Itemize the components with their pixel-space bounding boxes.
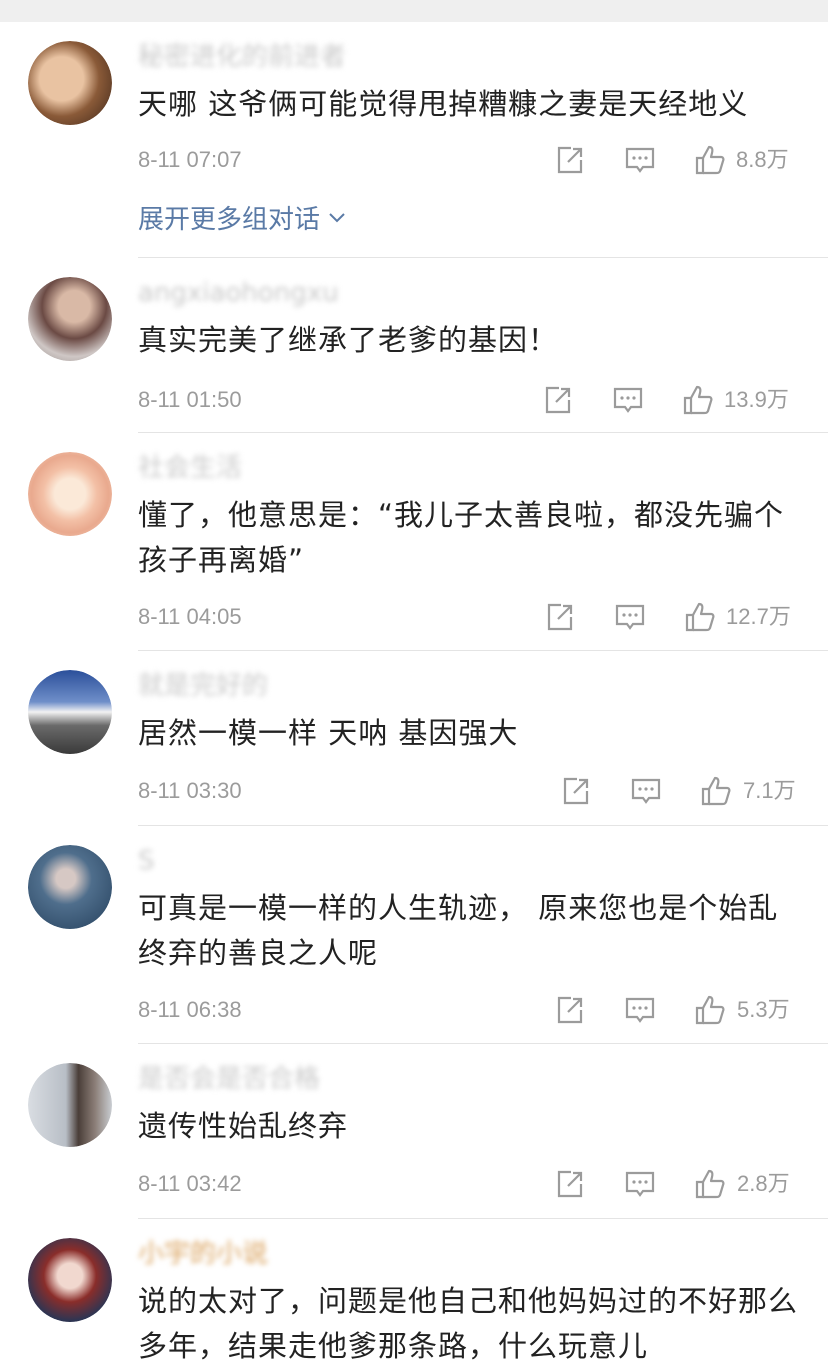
comment-meta: 8-11 03:30 7.1万 bbox=[0, 771, 828, 811]
comment-text: 遗传性始乱终弃 bbox=[138, 1109, 349, 1143]
like-count: 12.7万 bbox=[726, 604, 791, 629]
like-icon[interactable] bbox=[694, 144, 726, 176]
comment-text: 居然一模一样 天呐 基因强大 bbox=[138, 716, 519, 750]
comment-item: S 可真是一模一样的人生轨迹， 原来您也是个始乱终弃的善良之人呢 8-11 06… bbox=[0, 826, 828, 1044]
comment-list: 秘密进化的前进者 天哪 这爷俩可能觉得甩掉糟糠之妻是天经地义 8-11 07:0… bbox=[0, 22, 828, 1369]
comment-icon[interactable] bbox=[624, 1168, 656, 1200]
comment-icon[interactable] bbox=[630, 775, 662, 807]
comment-item: 秘密进化的前进者 天哪 这爷俩可能觉得甩掉糟糠之妻是天经地义 8-11 07:0… bbox=[0, 22, 828, 258]
like-icon[interactable] bbox=[694, 994, 726, 1026]
username[interactable]: S bbox=[138, 844, 155, 878]
comment-meta: 8-11 03:42 2.8万 bbox=[0, 1164, 828, 1204]
comment-meta: 8-11 04:05 12.7万 bbox=[0, 597, 828, 637]
like-icon[interactable] bbox=[700, 775, 732, 807]
timestamp: 8-11 06:38 bbox=[138, 997, 242, 1022]
username[interactable]: 是否会是否合格 bbox=[138, 1062, 320, 1096]
comment-icon[interactable] bbox=[614, 601, 646, 633]
timestamp: 8-11 03:42 bbox=[138, 1171, 242, 1196]
chevron-down-icon bbox=[329, 213, 345, 223]
comment-icon[interactable] bbox=[624, 144, 656, 176]
comment-text: 懂了，他意思是：“我儿子太善良啦，都没先骗个孩子再离婚” bbox=[138, 498, 785, 577]
share-icon[interactable] bbox=[542, 384, 574, 416]
top-bar bbox=[0, 0, 828, 22]
timestamp: 8-11 03:30 bbox=[138, 778, 242, 803]
timestamp: 8-11 07:07 bbox=[138, 147, 242, 172]
share-icon[interactable] bbox=[554, 144, 586, 176]
like-icon[interactable] bbox=[682, 384, 714, 416]
comment-icon[interactable] bbox=[624, 994, 656, 1026]
comment-item: 小宇的小说 说的太对了，问题是他自己和他妈妈过的不好那么多年，结果走他爹那条路，… bbox=[0, 1219, 828, 1369]
share-icon[interactable] bbox=[544, 601, 576, 633]
comment-item: 社会生活 懂了，他意思是：“我儿子太善良啦，都没先骗个孩子再离婚” 8-11 0… bbox=[0, 433, 828, 651]
comment-text: 真实完美了继承了老爹的基因！ bbox=[138, 323, 559, 357]
comment-icon[interactable] bbox=[612, 384, 644, 416]
share-icon[interactable] bbox=[554, 994, 586, 1026]
avatar[interactable] bbox=[28, 1238, 112, 1322]
expand-conversation-link[interactable]: 展开更多组对话 bbox=[138, 202, 346, 238]
timestamp: 8-11 01:50 bbox=[138, 387, 242, 412]
comment-text: 可真是一模一样的人生轨迹， 原来您也是个始乱终弃的善良之人呢 bbox=[138, 891, 779, 970]
username[interactable]: 小宇的小说 bbox=[138, 1237, 268, 1271]
like-count: 5.3万 bbox=[737, 997, 790, 1022]
comment-item: angxiaohongxu 真实完美了继承了老爹的基因！ 8-11 01:50 … bbox=[0, 258, 828, 433]
username[interactable]: 秘密进化的前进者 bbox=[138, 40, 346, 74]
avatar[interactable] bbox=[28, 41, 112, 125]
like-icon[interactable] bbox=[684, 601, 716, 633]
comment-text: 说的太对了，问题是他自己和他妈妈过的不好那么多年，结果走他爹那条路，什么玩意儿 bbox=[138, 1284, 799, 1363]
like-count: 7.1万 bbox=[743, 778, 796, 803]
comment-text: 天哪 这爷俩可能觉得甩掉糟糠之妻是天经地义 bbox=[138, 87, 749, 121]
avatar[interactable] bbox=[28, 452, 112, 536]
comment-item: 就是完好的 居然一模一样 天呐 基因强大 8-11 03:30 7.1万 bbox=[0, 651, 828, 826]
like-count: 2.8万 bbox=[737, 1171, 790, 1196]
username[interactable]: 社会生活 bbox=[138, 451, 242, 485]
username[interactable]: 就是完好的 bbox=[138, 669, 268, 703]
avatar[interactable] bbox=[28, 1063, 112, 1147]
share-icon[interactable] bbox=[554, 1168, 586, 1200]
expand-label: 展开更多组对话 bbox=[138, 205, 321, 235]
username[interactable]: angxiaohongxu bbox=[138, 276, 339, 310]
comment-meta: 8-11 01:50 13.9万 bbox=[0, 380, 828, 420]
share-icon[interactable] bbox=[560, 775, 592, 807]
comment-meta: 8-11 06:38 5.3万 bbox=[0, 990, 828, 1030]
like-count: 13.9万 bbox=[724, 387, 789, 412]
like-icon[interactable] bbox=[694, 1168, 726, 1200]
like-count: 8.8万 bbox=[736, 147, 789, 172]
avatar[interactable] bbox=[28, 277, 112, 361]
comment-meta: 8-11 07:07 8.8万 bbox=[0, 140, 828, 180]
avatar[interactable] bbox=[28, 845, 112, 929]
comment-item: 是否会是否合格 遗传性始乱终弃 8-11 03:42 2.8万 bbox=[0, 1044, 828, 1219]
avatar[interactable] bbox=[28, 670, 112, 754]
timestamp: 8-11 04:05 bbox=[138, 604, 242, 629]
